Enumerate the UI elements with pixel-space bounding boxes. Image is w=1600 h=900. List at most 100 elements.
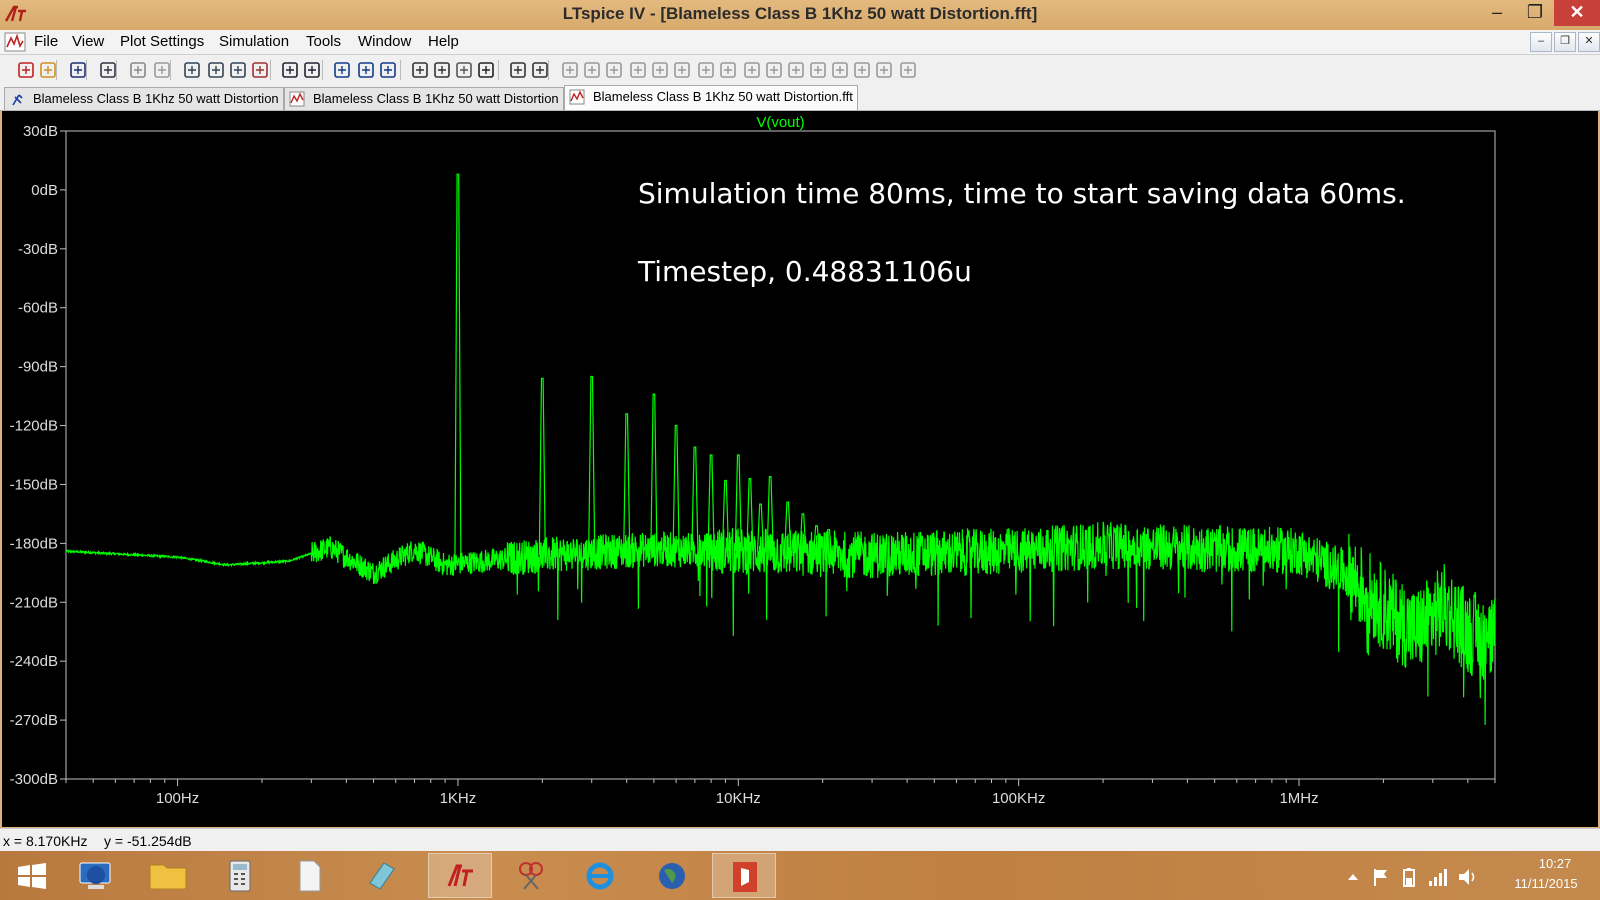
close-button[interactable]: ✕ — [1554, 0, 1600, 26]
minimize-button[interactable]: – — [1478, 0, 1516, 26]
mirror-icon[interactable] — [852, 60, 872, 80]
label-net-icon[interactable] — [604, 60, 624, 80]
office-icon[interactable] — [712, 853, 776, 898]
component-icon[interactable] — [718, 60, 738, 80]
menu-simulation[interactable]: Simulation — [219, 33, 289, 50]
harmonic-peak[interactable] — [454, 173, 462, 564]
menu-plot-settings[interactable]: Plot Settings — [120, 33, 204, 50]
find-icon[interactable] — [476, 60, 496, 80]
mdi-minimize-button[interactable]: – — [1530, 32, 1552, 52]
cut-icon[interactable] — [410, 60, 430, 80]
autorange-icon[interactable] — [280, 60, 300, 80]
drag-icon[interactable] — [764, 60, 784, 80]
capacitor-icon[interactable] — [650, 60, 670, 80]
maximize-button[interactable]: ❐ — [1516, 0, 1554, 26]
remote-desktop-icon[interactable] — [64, 853, 128, 898]
halt-icon[interactable] — [152, 60, 172, 80]
tab-waveform[interactable]: Blameless Class B 1Khz 50 watt Distortio… — [284, 87, 564, 110]
copy-icon[interactable] — [432, 60, 452, 80]
move-icon[interactable] — [742, 60, 762, 80]
harmonic-peak[interactable] — [721, 479, 730, 551]
volume-icon[interactable] — [1456, 866, 1478, 888]
toolbar-separator — [170, 60, 171, 80]
y-tick-label: -210dB — [10, 594, 58, 611]
menu-file[interactable]: File — [34, 33, 58, 50]
rotate-icon[interactable] — [830, 60, 850, 80]
harmonic-peak[interactable] — [691, 446, 699, 551]
waveform-doc-icon[interactable] — [4, 32, 26, 52]
waveform-icon — [569, 89, 585, 105]
document-icon[interactable] — [278, 853, 342, 898]
zoom-in-icon[interactable] — [182, 60, 202, 80]
undo-icon[interactable] — [786, 60, 806, 80]
control-panel-icon[interactable] — [98, 60, 118, 80]
y-tick-label: -150dB — [10, 476, 58, 493]
text-icon[interactable] — [874, 60, 894, 80]
plot-annotation: Timestep, 0.48831106u — [637, 255, 972, 288]
notes-icon[interactable] — [350, 853, 414, 898]
menu-tools[interactable]: Tools — [306, 33, 341, 50]
trace-noise-floor[interactable] — [65, 521, 1496, 725]
snipping-tool-icon[interactable] — [498, 853, 562, 898]
internet-explorer-icon[interactable] — [568, 853, 632, 898]
tab-fft[interactable]: Blameless Class B 1Khz 50 watt Distortio… — [564, 85, 858, 110]
calculator-icon[interactable] — [208, 853, 272, 898]
tab-label: Blameless Class B 1Khz 50 watt Distortio… — [593, 89, 853, 104]
wire-icon[interactable] — [560, 60, 580, 80]
zoom-out-icon[interactable] — [206, 60, 226, 80]
menu-window[interactable]: Window — [358, 33, 411, 50]
harmonic-peak[interactable] — [746, 478, 754, 552]
toolbar-separator — [270, 60, 271, 80]
y-tick-label: 0dB — [31, 182, 58, 199]
print-icon[interactable] — [530, 60, 550, 80]
fft-plot-pane[interactable]: 30dB 0dB -30dB -60dB -90dB -120dB -150dB -180dB… — [2, 111, 1598, 827]
toolbar-separator — [548, 60, 549, 80]
harmonic-peak[interactable] — [538, 377, 546, 556]
clock-time[interactable]: 10:27 — [1520, 856, 1590, 871]
mdi-restore-button[interactable]: ❐ — [1554, 32, 1576, 52]
clock-date[interactable]: 11/11/2015 — [1500, 876, 1592, 891]
trace-label[interactable]: V(vout) — [756, 114, 804, 131]
redo-icon[interactable] — [808, 60, 828, 80]
menu-view[interactable]: View — [72, 33, 104, 50]
harmonic-peak[interactable] — [672, 424, 680, 550]
new-schematic-icon[interactable] — [16, 60, 36, 80]
tab-label: Blameless Class B 1Khz 50 watt Distortio… — [33, 91, 279, 106]
tile-horizontal-icon[interactable] — [332, 60, 352, 80]
battery-icon[interactable] — [1398, 866, 1420, 888]
paste-icon[interactable] — [454, 60, 474, 80]
open-icon[interactable] — [38, 60, 58, 80]
harmonic-peak[interactable] — [588, 375, 596, 553]
toolbar-separator — [86, 60, 87, 80]
x-tick-label: 100KHz — [992, 790, 1045, 807]
harmonic-peak[interactable] — [623, 413, 631, 551]
windows-start-icon[interactable] — [0, 853, 64, 898]
run-icon[interactable] — [128, 60, 148, 80]
autorange-y-icon[interactable] — [302, 60, 322, 80]
resistor-icon[interactable] — [628, 60, 648, 80]
zoom-cancel-icon[interactable] — [250, 60, 270, 80]
globe-icon[interactable] — [640, 853, 704, 898]
tab-schematic[interactable]: Blameless Class B 1Khz 50 watt Distortio… — [4, 87, 284, 110]
inductor-icon[interactable] — [672, 60, 692, 80]
spice-directive-icon[interactable] — [898, 60, 918, 80]
menu-help[interactable]: Help — [428, 33, 459, 50]
zoom-extents-icon[interactable] — [228, 60, 248, 80]
diode-icon[interactable] — [696, 60, 716, 80]
ground-icon[interactable] — [582, 60, 602, 80]
fft-chart[interactable]: 30dB 0dB -30dB -60dB -90dB -120dB -150dB -180dB… — [2, 111, 1598, 827]
tile-vertical-icon[interactable] — [378, 60, 398, 80]
cursor-y-readout: y = -51.254dB — [104, 833, 192, 849]
toolbar-separator — [116, 60, 117, 80]
harmonic-peak[interactable] — [650, 393, 658, 550]
cascade-icon[interactable] — [356, 60, 376, 80]
ltspice-icon[interactable] — [428, 853, 492, 898]
action-center-flag-icon[interactable] — [1370, 866, 1392, 888]
print-preview-icon[interactable] — [508, 60, 528, 80]
network-signal-icon[interactable] — [1426, 866, 1448, 888]
save-icon[interactable] — [68, 60, 88, 80]
y-tick-label: -60dB — [18, 300, 58, 317]
show-hidden-icons-icon[interactable] — [1342, 866, 1364, 888]
mdi-close-button[interactable]: ✕ — [1578, 32, 1600, 52]
file-explorer-icon[interactable] — [136, 853, 200, 898]
